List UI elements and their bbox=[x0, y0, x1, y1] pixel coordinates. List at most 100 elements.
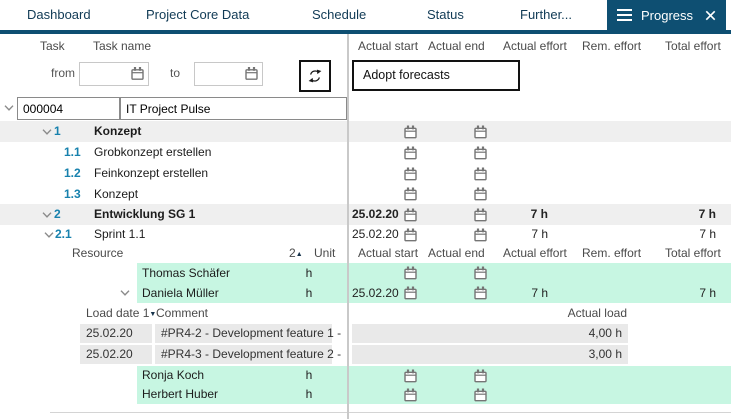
col-actual-load[interactable]: Actual load bbox=[450, 303, 627, 323]
calendar-icon[interactable] bbox=[404, 287, 417, 300]
to-date-field[interactable] bbox=[194, 62, 263, 86]
load-date-cell: 25.02.20 bbox=[80, 324, 152, 343]
load-comment-cell: #PR4-2 - Development feature 1 - bbox=[155, 324, 332, 343]
col-total-effort: Total effort bbox=[665, 244, 721, 263]
calendar-icon[interactable] bbox=[404, 369, 417, 382]
chevron-down-icon[interactable] bbox=[42, 128, 52, 135]
task-name: Konzept bbox=[94, 184, 138, 204]
task-number: 2 bbox=[54, 204, 61, 225]
col-actual-end: Actual end bbox=[428, 244, 485, 263]
task-name: Grobkonzept erstellen bbox=[94, 142, 211, 163]
resource-unit: h bbox=[300, 283, 318, 303]
from-label: from bbox=[51, 60, 75, 87]
calendar-icon[interactable] bbox=[131, 67, 144, 80]
task-row[interactable]: 1 Konzept bbox=[0, 121, 731, 142]
calendar-icon[interactable] bbox=[404, 388, 417, 401]
col-unit[interactable]: Unit bbox=[314, 244, 335, 263]
load-row[interactable]: 25.02.20 #PR4-3 - Development feature 2 … bbox=[0, 345, 731, 365]
calendar-icon[interactable] bbox=[474, 125, 487, 138]
resource-name: Herbert Huber bbox=[142, 385, 218, 404]
total-effort-value: 7 h bbox=[640, 204, 716, 225]
resource-row[interactable]: Thomas Schäfer h bbox=[0, 263, 731, 283]
calendar-icon[interactable] bbox=[404, 188, 417, 201]
col-load-date[interactable]: Load date 1▼ bbox=[86, 303, 156, 325]
project-row[interactable] bbox=[0, 96, 731, 120]
load-date-cell: 25.02.20 bbox=[80, 345, 152, 364]
actual-effort-value: 7 h bbox=[495, 283, 548, 303]
load-comment-cell: #PR4-3 - Development feature 2 - bbox=[155, 345, 332, 364]
calendar-icon[interactable] bbox=[474, 228, 487, 241]
resource-row[interactable]: Herbert Huber h bbox=[0, 385, 731, 404]
calendar-icon[interactable] bbox=[404, 228, 417, 241]
resource-header-row: Resource 2▲ Unit Actual start Actual end… bbox=[0, 244, 731, 263]
tab-progress[interactable]: Progress bbox=[607, 0, 726, 30]
task-name: Feinkonzept erstellen bbox=[94, 163, 208, 184]
chevron-down-icon[interactable] bbox=[4, 105, 14, 112]
calendar-icon[interactable] bbox=[474, 188, 487, 201]
col-comment[interactable]: Comment bbox=[156, 303, 208, 323]
calendar-icon[interactable] bbox=[404, 146, 417, 159]
calendar-icon[interactable] bbox=[245, 67, 258, 80]
col-rem-effort: Rem. effort bbox=[582, 244, 641, 263]
tab-progress-label: Progress bbox=[641, 8, 693, 23]
task-name: Entwicklung SG 1 bbox=[94, 204, 195, 225]
project-id-input[interactable] bbox=[17, 97, 120, 120]
calendar-icon[interactable] bbox=[404, 125, 417, 138]
resource-row-highlight bbox=[137, 366, 731, 385]
tab-further[interactable]: Further... bbox=[520, 0, 572, 30]
actual-start-value: 25.02.20 bbox=[352, 283, 399, 303]
resource-row[interactable]: Ronja Koch h bbox=[0, 366, 731, 385]
from-date-field[interactable] bbox=[79, 62, 149, 86]
task-row[interactable]: 1.3 Konzept bbox=[0, 184, 731, 204]
actual-effort-value: 7 h bbox=[495, 204, 548, 225]
calendar-icon[interactable] bbox=[474, 388, 487, 401]
to-date-input[interactable] bbox=[197, 64, 248, 84]
col-actual-start: Actual start bbox=[358, 244, 418, 263]
col-resource[interactable]: Resource bbox=[72, 244, 123, 263]
task-row[interactable]: 2 Entwicklung SG 1 25.02.20 7 h 7 h bbox=[0, 204, 731, 225]
tab-schedule[interactable]: Schedule bbox=[312, 0, 366, 30]
adopt-forecasts-button[interactable]: Adopt forecasts bbox=[352, 60, 520, 91]
calendar-icon[interactable] bbox=[474, 287, 487, 300]
calendar-icon[interactable] bbox=[404, 167, 417, 180]
resource-row[interactable]: Daniela Müller h 25.02.20 7 h 7 h bbox=[0, 283, 731, 303]
load-row[interactable]: 25.02.20 #PR4-2 - Development feature 1 … bbox=[0, 324, 731, 344]
task-row[interactable]: 2.1 Sprint 1.1 25.02.20 7 h 7 h bbox=[0, 225, 731, 244]
close-icon[interactable] bbox=[705, 10, 716, 21]
project-name-input[interactable] bbox=[120, 97, 347, 120]
calendar-icon[interactable] bbox=[474, 369, 487, 382]
col-total-effort: Total effort bbox=[665, 34, 721, 58]
col-task-name: Task name bbox=[93, 34, 151, 58]
total-effort-value: 7 h bbox=[640, 225, 716, 244]
resource-unit: h bbox=[300, 366, 318, 385]
column-header-row: Task Task name Actual start Actual end A… bbox=[0, 34, 731, 58]
total-effort-value: 7 h bbox=[640, 283, 716, 303]
col-actual-start: Actual start bbox=[358, 34, 418, 58]
resource-unit: h bbox=[300, 385, 318, 404]
tab-status[interactable]: Status bbox=[427, 0, 464, 30]
sort-indicator[interactable]: 2▲ bbox=[289, 244, 303, 264]
calendar-icon[interactable] bbox=[474, 146, 487, 159]
resource-name: Thomas Schäfer bbox=[142, 263, 230, 283]
task-row[interactable]: 1.1 Grobkonzept erstellen bbox=[0, 142, 731, 163]
calendar-icon[interactable] bbox=[404, 208, 417, 221]
refresh-button[interactable] bbox=[299, 60, 331, 92]
to-label: to bbox=[170, 60, 180, 87]
tab-dashboard[interactable]: Dashboard bbox=[27, 0, 91, 30]
from-date-input[interactable] bbox=[82, 64, 134, 84]
task-number: 1.2 bbox=[64, 163, 81, 184]
chevron-down-icon[interactable] bbox=[42, 211, 52, 218]
chevron-down-icon[interactable] bbox=[44, 231, 54, 238]
calendar-icon[interactable] bbox=[474, 267, 487, 280]
chevron-down-icon[interactable] bbox=[120, 290, 130, 297]
task-row[interactable]: 1.2 Feinkonzept erstellen bbox=[0, 163, 731, 184]
resource-unit: h bbox=[300, 263, 318, 283]
progress-window: Dashboard Project Core Data Schedule Sta… bbox=[0, 0, 731, 419]
calendar-icon[interactable] bbox=[404, 267, 417, 280]
load-header-row: Load date 1▼ Comment Actual load bbox=[0, 303, 731, 323]
col-actual-effort: Actual effort bbox=[503, 34, 567, 58]
menu-icon[interactable] bbox=[617, 9, 632, 22]
calendar-icon[interactable] bbox=[474, 208, 487, 221]
calendar-icon[interactable] bbox=[474, 167, 487, 180]
tab-project-core-data[interactable]: Project Core Data bbox=[146, 0, 249, 30]
